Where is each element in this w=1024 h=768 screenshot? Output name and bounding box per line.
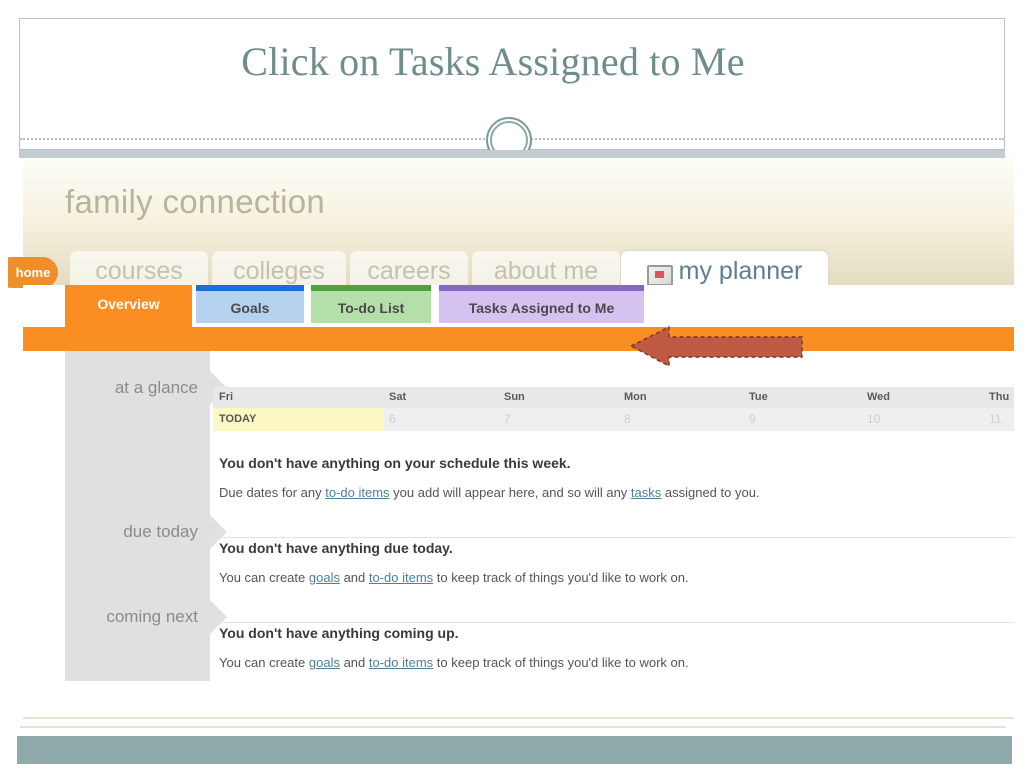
section-divider <box>213 622 1014 623</box>
week-day-name: Thu <box>989 391 1010 403</box>
subtab-tasks-assigned-to-me[interactable]: Tasks Assigned to Me <box>439 285 644 323</box>
link-goals[interactable]: goals <box>309 570 340 585</box>
week-day-number: 10 <box>867 412 881 426</box>
text-fragment: to keep track of things you'd like to wo… <box>433 655 689 670</box>
text-fragment: Due dates for any <box>219 485 326 500</box>
at-a-glance-heading: You don't have anything on your schedule… <box>219 455 571 471</box>
coming-next-heading: You don't have anything coming up. <box>219 625 459 641</box>
link-to-do-items[interactable]: to-do items <box>369 570 433 585</box>
week-day-name: Wed <box>867 391 891 403</box>
week-day-name: Sun <box>504 391 525 403</box>
rail-item-at-a-glance[interactable]: at a glance <box>115 378 198 398</box>
section-divider <box>213 537 1014 538</box>
week-day-number: 9 <box>749 412 756 426</box>
coming-next-description: You can create goals and to-do items to … <box>219 655 689 670</box>
link-to-do-items[interactable]: to-do items <box>369 655 433 670</box>
week-day-name: Fri <box>219 391 234 403</box>
app-screenshot: family connection home courses colleges … <box>8 158 1014 719</box>
week-calendar-strip: Fri TODAY Sat 6 Sun 7 Mon 8 Tue 9 Wed 10… <box>213 387 1014 431</box>
week-day-today-label: TODAY <box>219 413 257 425</box>
text-fragment: you add will appear here, and so will an… <box>389 485 631 500</box>
week-day-number: 8 <box>624 412 631 426</box>
link-to-do-items[interactable]: to-do items <box>325 485 389 500</box>
planner-section-rail: at a glance due today coming next <box>65 351 227 681</box>
page-title: Click on Tasks Assigned to Me <box>241 39 745 84</box>
link-tasks[interactable]: tasks <box>631 485 661 500</box>
planner-icon <box>646 265 673 286</box>
footer-bar <box>17 736 1012 764</box>
at-a-glance-description: Due dates for any to-do items you add wi… <box>219 485 760 500</box>
text-fragment: and <box>339 570 369 585</box>
brand-logo: family connection <box>65 183 326 220</box>
planner-subtabs: Overview Goals To-do List Tasks Assigned… <box>23 285 1014 327</box>
annotation-arrow-icon <box>629 325 803 367</box>
nav-tab-home[interactable]: home <box>8 257 58 288</box>
due-today-description: You can create goals and to-do items to … <box>219 570 689 585</box>
header-accent-bar <box>19 150 1005 158</box>
week-day-name: Tue <box>749 391 768 403</box>
link-goals[interactable]: goals <box>309 655 340 670</box>
footer-divider <box>20 726 1006 728</box>
planner-content: Overview Goals To-do List Tasks Assigned… <box>23 285 1014 719</box>
planner-main-panel: Fri TODAY Sat 6 Sun 7 Mon 8 Tue 9 Wed 10… <box>213 351 1014 681</box>
subtab-active-strip <box>23 327 1014 351</box>
text-fragment: to keep track of things you'd like to wo… <box>433 570 689 585</box>
rail-item-due-today[interactable]: due today <box>123 522 198 542</box>
week-day-name: Mon <box>624 391 647 403</box>
week-day-number: 6 <box>389 412 396 426</box>
text-fragment: You can create <box>219 570 309 585</box>
nav-tab-my-planner-label: my planner <box>678 257 803 285</box>
text-fragment: assigned to you. <box>661 485 760 500</box>
week-day-name: Sat <box>389 391 407 403</box>
subtab-to-do-list[interactable]: To-do List <box>311 285 431 323</box>
rail-item-coming-next[interactable]: coming next <box>106 607 198 627</box>
due-today-heading: You don't have anything due today. <box>219 540 453 556</box>
week-day-number: 11 <box>989 412 1002 426</box>
week-day-number: 7 <box>504 412 511 426</box>
text-fragment: and <box>339 655 369 670</box>
subtab-overview[interactable]: Overview <box>65 285 192 327</box>
text-fragment: You can create <box>219 655 309 670</box>
subtab-goals[interactable]: Goals <box>196 285 304 323</box>
